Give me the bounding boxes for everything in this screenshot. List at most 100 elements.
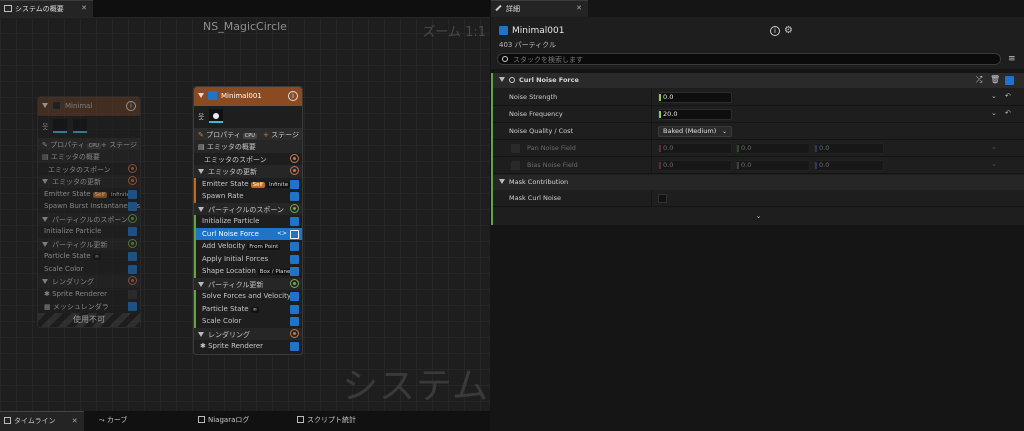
emitter-enable-checkbox[interactable] (52, 101, 61, 110)
add-module-icon[interactable] (128, 176, 137, 185)
section-emitter-spawn[interactable]: エミッタのスポーン (38, 163, 140, 176)
module-enable-checkbox[interactable] (290, 229, 299, 239)
module-enable-checkbox[interactable] (290, 292, 299, 301)
module-header-curl-noise[interactable]: Curl Noise Force ⤮ 🗑 (493, 73, 1024, 88)
section-particle-update[interactable]: パーティクル更新 (194, 277, 302, 290)
module-initialize-particle[interactable]: Initialize Particle (194, 215, 302, 228)
stack-search-input[interactable]: スタックを検索します (497, 53, 1001, 65)
module-scale-color[interactable]: Scale Color (38, 263, 140, 276)
section-emitter-summary[interactable]: ▤ エミッタの概要 (38, 150, 140, 163)
collapse-icon[interactable] (198, 93, 204, 98)
collapse-icon[interactable] (198, 169, 204, 174)
module-enable-checkbox[interactable] (290, 304, 299, 314)
thumbnail-2[interactable] (73, 119, 87, 133)
bias-y-input[interactable]: 0.0 (736, 160, 810, 171)
collapse-icon[interactable] (198, 281, 204, 287)
shuffle-icon[interactable]: ⤮ (976, 75, 982, 85)
module-spawn-rate[interactable]: Spawn Rate (194, 190, 302, 203)
emitter-node-minimal[interactable]: Minimal i 웃 ✎ プロパティ CPU + ステージ ▤ エミッタの概要 … (37, 96, 141, 328)
add-module-icon[interactable] (128, 163, 137, 173)
close-icon[interactable]: ✕ (576, 4, 582, 12)
module-particle-state[interactable]: Particle State ∞ (38, 250, 140, 263)
tab-system-overview[interactable]: システムの概要 ✕ (0, 0, 93, 17)
expand-advanced-button[interactable]: ⌄ (493, 212, 1024, 225)
thumbnail-1[interactable] (209, 109, 223, 123)
module-enable-checkbox[interactable] (290, 217, 299, 226)
module-spawn-burst[interactable]: Spawn Burst Instantaneous (38, 200, 140, 213)
info-icon[interactable]: i (770, 26, 780, 36)
tab-curves[interactable]: ⤳ カーブ (99, 415, 127, 425)
module-enable-checkbox[interactable] (290, 267, 299, 276)
section-emitter-update[interactable]: エミッタの更新 (38, 175, 140, 188)
module-emitter-state[interactable]: Emitter State Self Infinite (38, 188, 140, 201)
add-module-icon[interactable] (128, 213, 137, 223)
module-enable-checkbox[interactable] (290, 192, 299, 201)
close-icon[interactable]: ✕ (81, 4, 87, 12)
collapse-icon[interactable] (198, 206, 204, 212)
module-enable-checkbox[interactable] (1005, 76, 1014, 85)
collapse-icon[interactable] (42, 279, 48, 284)
bias-noise-checkbox[interactable] (511, 161, 520, 170)
noise-frequency-input[interactable]: 20.0 (658, 109, 732, 120)
module-enable-checkbox[interactable] (128, 189, 137, 199)
pan-z-input[interactable]: 0.0 (814, 143, 884, 154)
noise-strength-input[interactable]: 0.0 (658, 92, 732, 103)
chevron-down-icon[interactable]: ⌄ (991, 92, 997, 100)
emitter-header[interactable]: Minimal i (38, 97, 140, 116)
collapse-icon[interactable] (198, 331, 204, 337)
category-mask-contribution[interactable]: Mask Contribution (493, 175, 1024, 190)
module-curl-noise-force[interactable]: Curl Noise Force <> (194, 227, 302, 240)
emitter-enable-checkbox[interactable] (208, 91, 217, 100)
renderer-sprite[interactable]: ✱ Sprite Renderer (194, 340, 302, 354)
collapse-icon[interactable] (42, 241, 48, 247)
properties-bar[interactable]: ✎ プロパティ CPU + ステージ (194, 128, 302, 140)
add-stage-button[interactable]: + ステージ (263, 130, 299, 140)
emitter-header[interactable]: Minimal001 i (194, 87, 302, 106)
module-enable-checkbox[interactable] (128, 289, 137, 299)
collapse-icon[interactable] (42, 103, 48, 108)
system-graph-canvas[interactable]: NS_MagicCircle ズーム 1:1 システム Minimal i 웃 … (0, 17, 490, 411)
bias-x-input[interactable]: 0.0 (658, 160, 732, 171)
bias-z-input[interactable]: 0.0 (814, 160, 884, 171)
module-enable-checkbox[interactable] (290, 317, 299, 326)
section-particle-spawn[interactable]: パーティクルのスポーン (38, 212, 140, 225)
module-enable-checkbox[interactable] (290, 179, 299, 189)
add-module-icon[interactable] (128, 238, 137, 248)
renderer-sprite[interactable]: ✱ Sprite Renderer (38, 288, 140, 301)
tab-script-stats[interactable]: スクリプト統計 (297, 415, 356, 425)
chevron-down-icon[interactable]: ⌄ (991, 109, 997, 117)
info-icon[interactable]: i (288, 91, 298, 101)
tab-details[interactable]: 詳細 ✕ (491, 0, 588, 17)
properties-bar[interactable]: ✎ プロパティ CPU + ステージ (38, 138, 140, 150)
add-module-icon[interactable] (290, 278, 299, 288)
module-enable-checkbox[interactable] (128, 264, 137, 274)
module-enable-checkbox[interactable] (128, 302, 137, 311)
module-initialize-particle[interactable]: Initialize Particle (38, 225, 140, 238)
noise-quality-select[interactable]: Baked (Medium) ⌄ (658, 126, 732, 137)
add-module-icon[interactable] (290, 203, 299, 213)
add-module-icon[interactable] (290, 166, 299, 175)
section-rendering[interactable]: レンダリング (194, 327, 302, 340)
renderer-mesh[interactable]: ▦ メッシュレンダラ (38, 300, 140, 313)
close-icon[interactable]: ✕ (72, 417, 78, 425)
module-shape-location[interactable]: Shape Location Box / Plane (194, 265, 302, 278)
add-stage-button[interactable]: + ステージ (101, 140, 137, 150)
section-emitter-update[interactable]: エミッタの更新 (194, 165, 302, 178)
chevron-down-icon[interactable]: ⌄ (991, 143, 997, 151)
reset-icon[interactable]: ↶ (1005, 92, 1011, 100)
pan-noise-checkbox[interactable] (511, 144, 520, 153)
emitter-node-minimal001[interactable]: Minimal001 i 웃 ✎ プロパティ CPU + ステージ ▤ エミッタの… (193, 86, 303, 355)
pan-y-input[interactable]: 0.0 (736, 143, 810, 154)
module-enable-checkbox[interactable] (128, 227, 137, 236)
module-solve-forces[interactable]: Solve Forces and Velocity (194, 290, 302, 303)
tab-timeline[interactable]: タイムライン ✕ (0, 411, 84, 431)
collapse-icon[interactable] (499, 179, 505, 184)
module-emitter-state[interactable]: Emitter State Self Infinite (194, 177, 302, 190)
module-particle-state[interactable]: Particle State ∞ (194, 302, 302, 315)
info-icon[interactable]: i (126, 101, 136, 111)
module-enable-checkbox[interactable] (290, 342, 299, 351)
trash-icon[interactable]: 🗑 (990, 75, 1000, 84)
emitter-enable-checkbox[interactable] (499, 26, 508, 35)
module-enable-checkbox[interactable] (290, 242, 299, 251)
collapse-icon[interactable] (42, 179, 48, 184)
